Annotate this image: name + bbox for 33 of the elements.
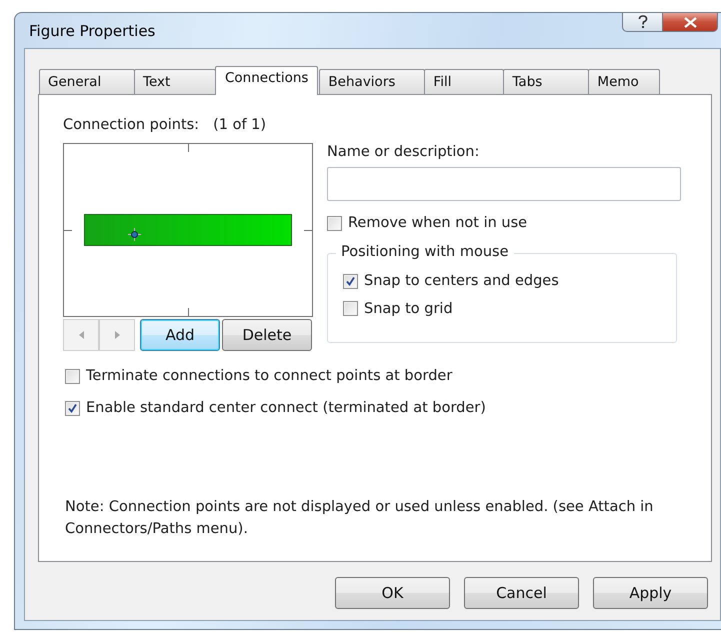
point-button[interactable]: Delete bbox=[222, 319, 312, 351]
checkbox[interactable]: Remove when not in use bbox=[327, 215, 528, 231]
tab[interactable]: Connections bbox=[215, 66, 318, 95]
close-button[interactable] bbox=[663, 12, 718, 32]
group-title: Positioning with mouse bbox=[336, 244, 514, 260]
connection-point-counter: (1 of 1) bbox=[213, 117, 266, 133]
close-icon bbox=[684, 16, 696, 28]
tab[interactable]: Tabs bbox=[503, 69, 590, 94]
checkbox[interactable]: Terminate connections to connect points at border bbox=[65, 368, 452, 384]
dialog-button[interactable]: OK bbox=[335, 577, 450, 609]
checkmark-icon bbox=[345, 276, 356, 286]
checkbox[interactable]: Snap to centers and edges bbox=[343, 273, 559, 289]
tab[interactable]: Text bbox=[134, 69, 216, 94]
help-icon bbox=[638, 15, 648, 29]
caret-left-icon bbox=[78, 331, 84, 339]
dialog-button[interactable]: Cancel bbox=[464, 577, 579, 609]
checkbox[interactable]: Enable standard center connect (terminated at border) bbox=[65, 400, 486, 416]
tab[interactable]: Fill bbox=[424, 69, 504, 94]
checkbox[interactable]: Snap to grid bbox=[343, 300, 453, 316]
connection-points-label: Connection points: bbox=[63, 117, 200, 133]
note-text: Note: Connection points are not displayed or used unless enabled. (see Attach in Connectors/Paths menu). bbox=[64, 498, 654, 538]
checkmark-icon bbox=[67, 402, 78, 414]
connection-point-icon[interactable] bbox=[128, 228, 141, 241]
point-button[interactable]: Add bbox=[140, 319, 220, 351]
help-button[interactable] bbox=[622, 12, 663, 32]
name-input-field[interactable] bbox=[327, 167, 681, 201]
dialog-button[interactable]: Apply bbox=[593, 577, 708, 609]
name-field-label: Name or description: bbox=[327, 144, 480, 160]
tab[interactable]: Memo bbox=[588, 69, 660, 94]
tab[interactable]: General bbox=[39, 69, 135, 94]
window-title: Figure Properties bbox=[28, 21, 156, 40]
tab[interactable]: Behaviors bbox=[319, 69, 426, 94]
caret-right-icon bbox=[114, 331, 120, 339]
